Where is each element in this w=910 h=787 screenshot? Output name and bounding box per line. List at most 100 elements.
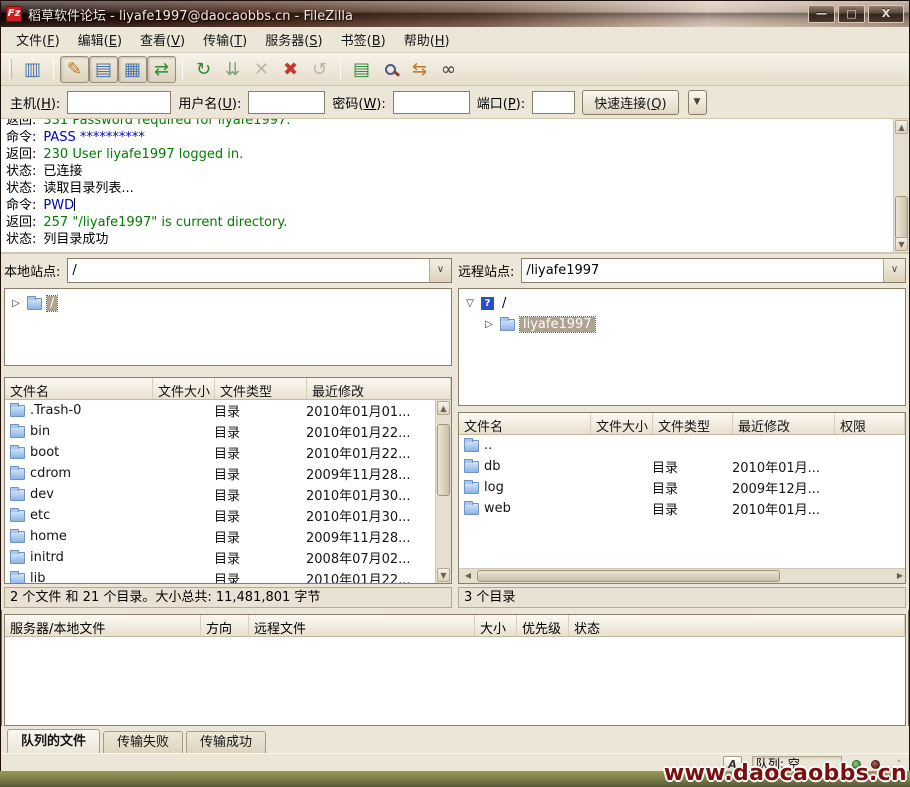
scroll-down-icon[interactable]: ▼	[895, 237, 908, 251]
column-header[interactable]: 远程文件	[249, 615, 475, 636]
scroll-left-icon[interactable]: ◀	[461, 570, 475, 582]
menu-item-edit[interactable]: 编辑(E)	[69, 27, 131, 52]
title-bar[interactable]: Fz 稻草软件论坛 - liyafe1997@daocaobbs.cn - Fi…	[1, 1, 909, 27]
tree-item-child[interactable]: ▷ liyafe1997	[464, 314, 900, 335]
toggle-local-tree-icon[interactable]: ▤	[89, 56, 118, 83]
tree-item-root[interactable]: ▽ ? /	[464, 293, 900, 314]
file-row[interactable]: web目录2010年01月...	[459, 498, 905, 519]
message-log[interactable]: 返回:331 Password required for liyafe1997.…	[1, 119, 909, 254]
minimize-button[interactable]: —	[808, 5, 835, 23]
menu-item-help[interactable]: 帮助(H)	[395, 27, 459, 52]
local-scroll-thumb[interactable]	[437, 424, 450, 496]
disconnect-icon[interactable]: ✖	[276, 56, 305, 83]
file-row[interactable]: dev目录2010年01月30...	[5, 484, 435, 505]
column-header[interactable]: 文件大小	[153, 378, 215, 399]
local-directory-tree[interactable]: ▷ /	[4, 288, 452, 366]
column-header[interactable]: 最近修改	[733, 413, 835, 434]
column-header[interactable]: 大小	[475, 615, 517, 636]
scroll-up-icon[interactable]: ▲	[895, 120, 908, 134]
file-row[interactable]: home目录2009年11月28...	[5, 526, 435, 547]
scroll-up-icon[interactable]: ▲	[437, 401, 450, 415]
log-line-label: 返回:	[6, 119, 36, 128]
column-header[interactable]: 方向	[201, 615, 249, 636]
file-row[interactable]: boot目录2010年01月22...	[5, 442, 435, 463]
menu-item-transfer[interactable]: 传输(T)	[194, 27, 256, 52]
remote-list-hscrollbar[interactable]: ◀ ▶	[459, 568, 905, 583]
column-header[interactable]: 文件名	[459, 413, 591, 434]
column-header[interactable]: 服务器/本地文件	[5, 615, 201, 636]
file-row[interactable]: log目录2009年12月...	[459, 477, 905, 498]
toolbar-grip[interactable]	[9, 59, 12, 79]
file-row[interactable]: initrd目录2008年07月02...	[5, 547, 435, 568]
tab-queued-files[interactable]: 队列的文件	[7, 729, 100, 753]
file-name: lib	[25, 571, 147, 583]
toggle-remote-tree-icon[interactable]: ▦	[118, 56, 147, 83]
tree-item-label[interactable]: /	[499, 296, 509, 311]
file-row[interactable]: lib目录2010年01月22...	[5, 568, 435, 583]
maximize-button[interactable]: □	[838, 5, 865, 23]
file-row[interactable]: db目录2010年01月...	[459, 456, 905, 477]
chevron-down-icon[interactable]: ∨	[429, 259, 451, 282]
toggle-queue-icon[interactable]: ⇄	[147, 56, 176, 83]
tab-successful-transfers[interactable]: 传输成功	[186, 731, 266, 753]
port-input[interactable]	[532, 91, 575, 114]
compare-icon[interactable]: ⇆	[405, 56, 434, 83]
queue-body[interactable]	[5, 637, 905, 725]
file-row[interactable]: cdrom目录2009年11月28...	[5, 463, 435, 484]
username-input[interactable]	[248, 91, 325, 114]
reconnect-icon-glyph: ↺	[312, 59, 327, 80]
toggle-local-tree-icon-glyph: ▤	[95, 59, 112, 80]
menu-item-view[interactable]: 查看(V)	[131, 27, 194, 52]
refresh-icon[interactable]: ↻	[189, 56, 218, 83]
column-header[interactable]: 文件类型	[215, 378, 307, 399]
file-name: home	[25, 529, 147, 544]
remote-path-combobox[interactable]: /liyafe1997 ∨	[521, 258, 906, 283]
column-header[interactable]: 文件名	[5, 378, 153, 399]
quickconnect-button[interactable]: 快速连接(Q)	[582, 90, 678, 115]
search-icon[interactable]	[376, 56, 405, 83]
chevron-down-icon[interactable]: ∨	[883, 259, 905, 282]
menu-item-bookmarks[interactable]: 书签(B)	[332, 27, 395, 52]
tree-item-label[interactable]: /	[47, 296, 57, 311]
tab-failed-transfers[interactable]: 传输失败	[103, 731, 183, 753]
remote-directory-tree[interactable]: ▽ ? / ▷ liyafe1997	[458, 288, 906, 406]
file-type: 目录	[647, 499, 727, 518]
file-name: dev	[25, 487, 147, 502]
expander-expanded-icon[interactable]: ▽	[464, 298, 476, 309]
local-path-combobox[interactable]: / ∨	[67, 258, 452, 283]
tree-item-label[interactable]: liyafe1997	[520, 317, 595, 332]
column-header[interactable]: 文件类型	[653, 413, 733, 434]
column-header[interactable]: 状态	[569, 615, 905, 636]
local-list-scrollbar[interactable]: ▲ ▼	[435, 400, 451, 583]
expander-collapsed-icon[interactable]: ▷	[10, 298, 22, 309]
log-scroll-thumb[interactable]	[895, 196, 908, 239]
column-header[interactable]: 文件大小	[591, 413, 653, 434]
toggle-log-icon[interactable]: ✎	[60, 56, 89, 83]
password-input[interactable]	[393, 91, 470, 114]
scroll-right-icon[interactable]: ▶	[889, 570, 903, 582]
site-manager-icon[interactable]: ▥	[18, 56, 47, 83]
file-row[interactable]: bin目录2010年01月22...	[5, 421, 435, 442]
log-scrollbar[interactable]: ▲ ▼	[893, 119, 909, 252]
menu-item-file[interactable]: 文件(F)	[7, 27, 69, 52]
quickconnect-dropdown-button[interactable]: ▼	[688, 90, 707, 115]
scroll-down-icon[interactable]: ▼	[437, 568, 450, 582]
find-icon[interactable]: ∞	[434, 56, 463, 83]
column-header[interactable]: 优先级	[517, 615, 569, 636]
menu-item-server[interactable]: 服务器(S)	[256, 27, 331, 52]
column-header[interactable]: 权限	[835, 413, 905, 434]
file-row[interactable]: etc目录2010年01月30...	[5, 505, 435, 526]
tree-item-root[interactable]: ▷ /	[10, 293, 446, 314]
file-name: cdrom	[25, 466, 147, 481]
filter-icon[interactable]: ▤	[347, 56, 376, 83]
expander-collapsed-icon[interactable]: ▷	[483, 319, 495, 330]
column-header[interactable]: 最近修改	[307, 378, 451, 399]
remote-hscroll-thumb[interactable]	[477, 570, 780, 582]
toggle-queue-icon-glyph: ⇄	[154, 59, 169, 80]
file-name: boot	[25, 445, 147, 460]
host-input[interactable]	[67, 91, 171, 114]
file-row[interactable]: ..	[459, 435, 905, 456]
close-button[interactable]: X	[868, 5, 904, 23]
file-row[interactable]: .Trash-0目录2010年01月01...	[5, 400, 435, 421]
process-queue-icon[interactable]: ⇊	[218, 56, 247, 83]
